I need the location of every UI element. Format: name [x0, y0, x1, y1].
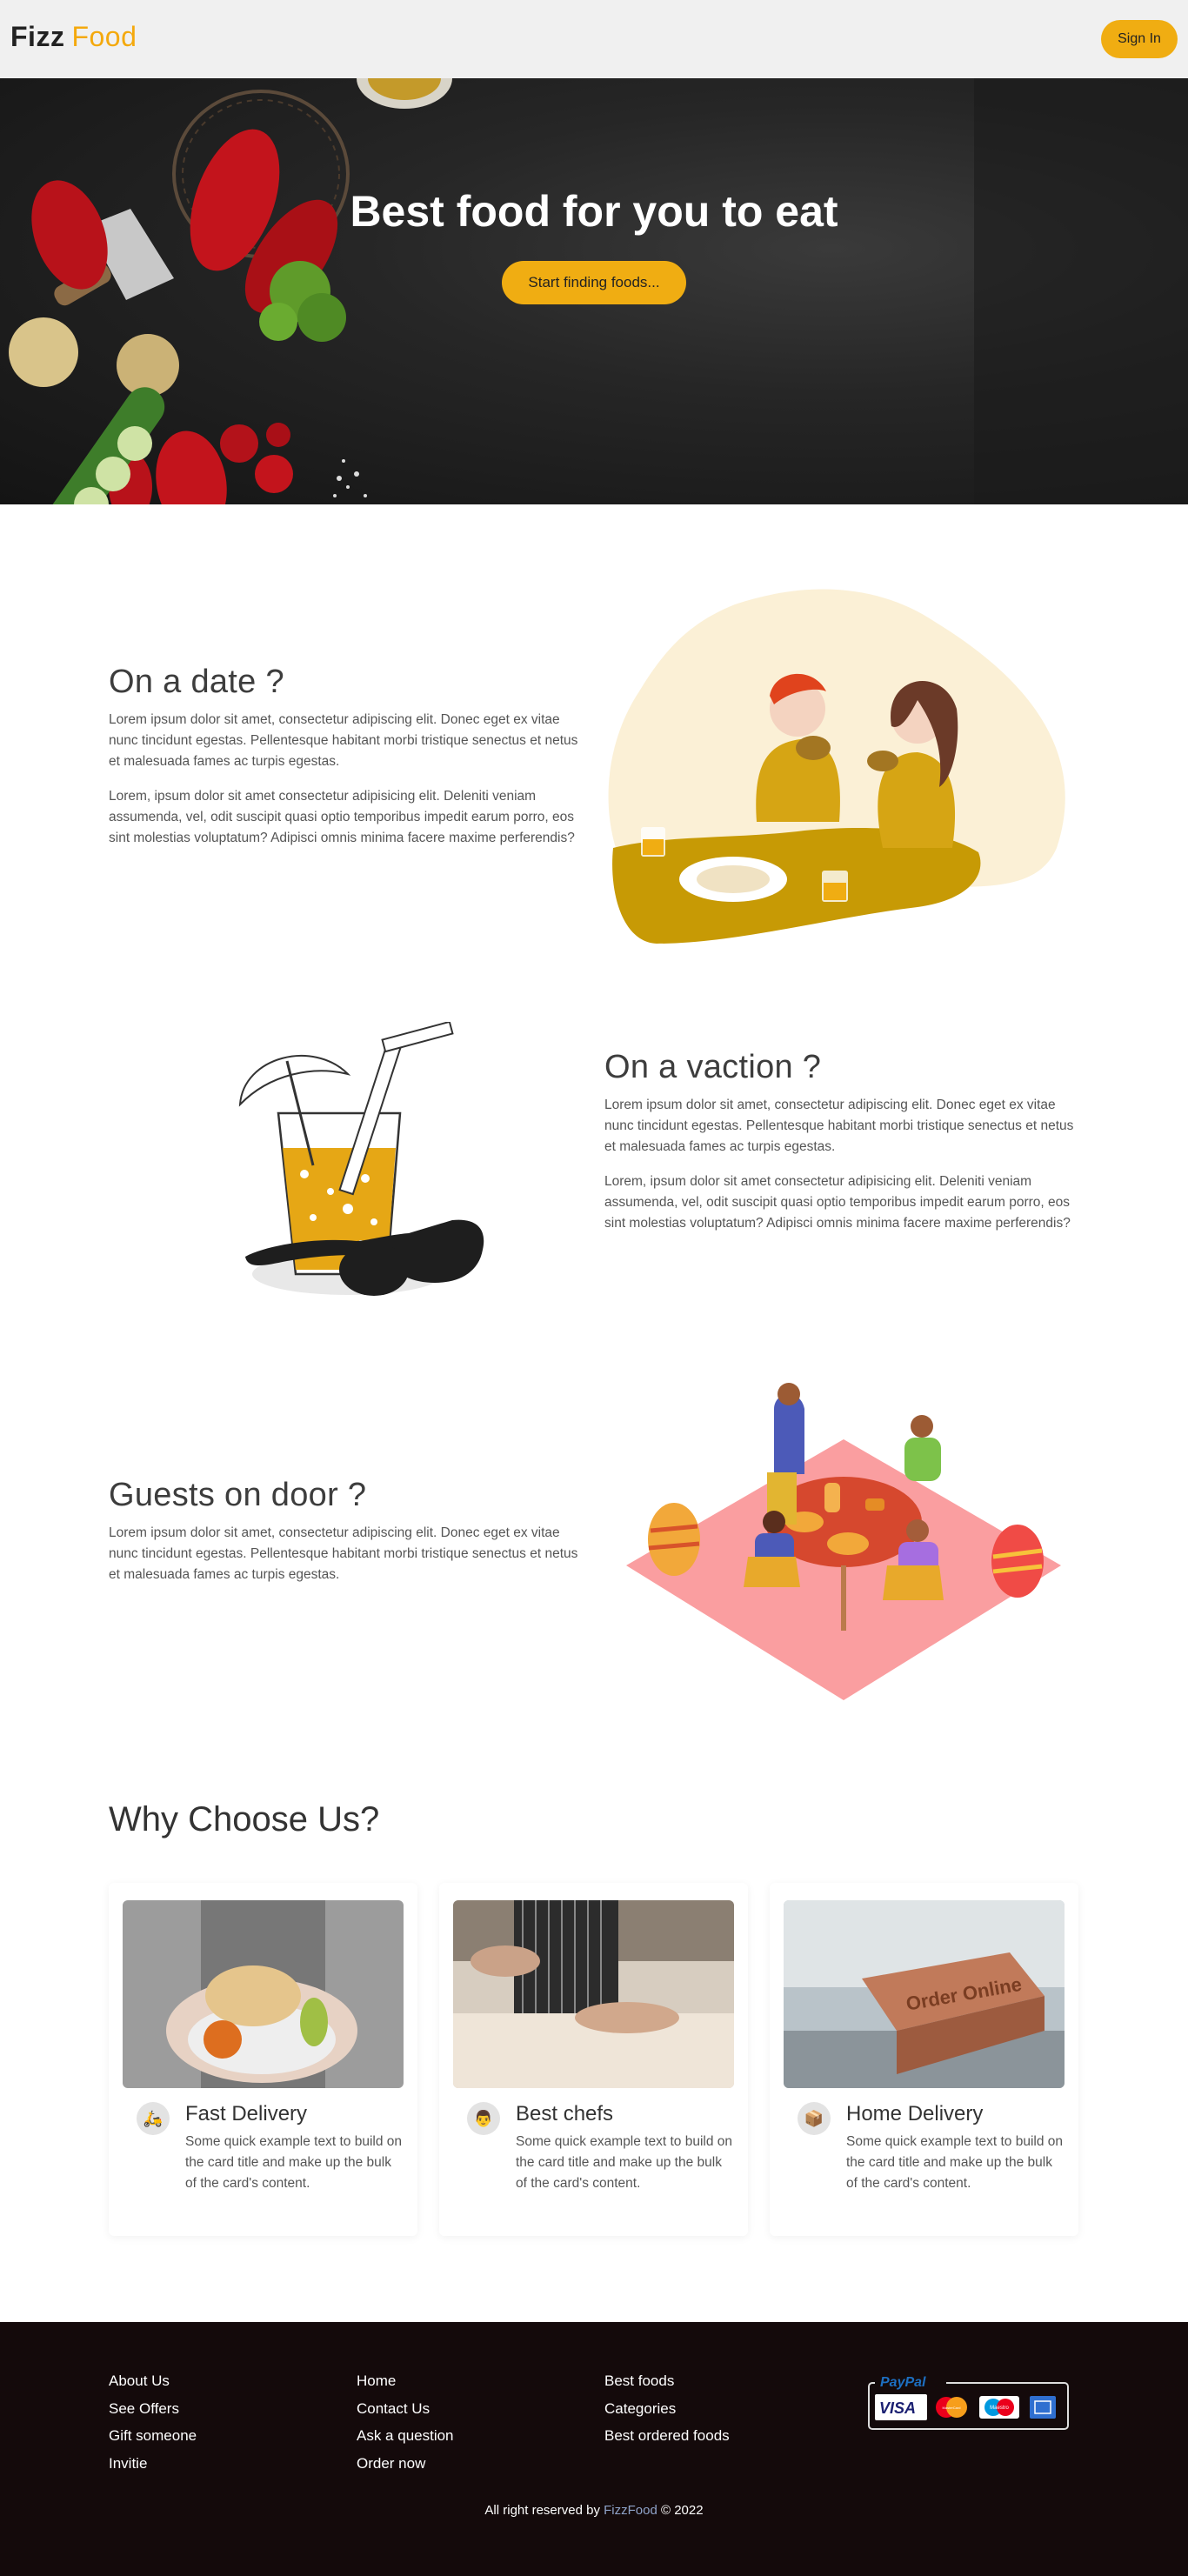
navbar: Fizz Food Sign In [0, 0, 1188, 78]
footer: About Us See Offers Gift someone Invitie… [0, 2322, 1188, 2576]
feature-paragraph: Lorem ipsum dolor sit amet, consectetur … [109, 712, 578, 769]
card-fast-delivery[interactable]: 🛵 Fast Delivery Some quick example text … [109, 1883, 417, 2236]
visa-logo-text: VISA [879, 2399, 916, 2417]
feature-title: Guests on door ? [109, 1477, 367, 1513]
footer-link-best-ordered-foods[interactable]: Best ordered foods [604, 2422, 730, 2450]
mastercard-logo-text: MasterCard [943, 2406, 961, 2410]
footer-link-gift-someone[interactable]: Gift someone [109, 2422, 197, 2450]
feature-paragraph: Lorem ipsum dolor sit amet, consectetur … [109, 1525, 578, 1582]
feature-on-a-date: On a date ? Lorem ipsum dolor sit amet, … [109, 664, 578, 863]
maestro-logo-text: Maestro [990, 2406, 1009, 2411]
footer-link-see-offers[interactable]: See Offers [109, 2395, 197, 2423]
copyright-text: All right reserved by FizzFood © 2022 [0, 2503, 1188, 2518]
feature-title: On a date ? [109, 664, 284, 700]
home-delivery-avatar: 📦 [798, 2102, 831, 2135]
footer-link-contact-us[interactable]: Contact Us [357, 2395, 454, 2423]
card-text: Some quick example text to build on the … [185, 2134, 402, 2191]
why-choose-us-title: Why Choose Us? [109, 1800, 380, 1839]
brand-name-fizz: Fizz [10, 21, 65, 52]
copyright-prefix: All right reserved by [484, 2503, 600, 2518]
footer-column-1: About Us See Offers Gift someone Invitie [109, 2367, 197, 2477]
card-title: Fast Delivery [185, 2102, 308, 2126]
footer-link-categories[interactable]: Categories [604, 2395, 730, 2423]
start-finding-foods-button[interactable]: Start finding foods... [502, 261, 686, 304]
card-text: Some quick example text to build on the … [846, 2134, 1063, 2191]
card-best-chefs[interactable]: 👨 Best chefs Some quick example text to … [439, 1883, 748, 2236]
footer-link-invite[interactable]: Invitie [109, 2450, 197, 2478]
paypal-logo-text: PayPal [880, 2375, 926, 2390]
feature-paragraph: Lorem, ipsum dolor sit amet consectetur … [109, 789, 575, 845]
feature-on-a-vacation: On a vaction ? Lorem ipsum dolor sit ame… [604, 1049, 1074, 1248]
order-online-box-photo: Order Online [784, 1900, 1065, 2088]
footer-link-home[interactable]: Home [357, 2367, 454, 2395]
guests-dinner-illustration [626, 1383, 1061, 1700]
payment-methods-badge: PayPal VISA MasterCard Maestro [868, 2371, 1069, 2430]
card-home-delivery[interactable]: Order Online 📦 Home Delivery Some quick … [770, 1883, 1078, 2236]
feature-paragraph: Lorem ipsum dolor sit amet, consectetur … [604, 1098, 1074, 1154]
feature-guests-on-door: Guests on door ? Lorem ipsum dolor sit a… [109, 1477, 578, 1599]
footer-column-3: Best foods Categories Best ordered foods [604, 2367, 730, 2450]
footer-link-ask-question[interactable]: Ask a question [357, 2422, 454, 2450]
card-title: Home Delivery [846, 2102, 984, 2126]
hero-title: Best food for you to eat [350, 187, 838, 236]
fast-delivery-avatar: 🛵 [137, 2102, 170, 2135]
footer-column-2: Home Contact Us Ask a question Order now [357, 2367, 454, 2477]
hero-banner: Best food for you to eat Start finding f… [0, 78, 1188, 504]
best-chefs-avatar: 👨 [467, 2102, 500, 2135]
brand-logo[interactable]: Fizz Food [10, 21, 137, 53]
card-text: Some quick example text to build on the … [516, 2134, 732, 2191]
feature-paragraph: Lorem, ipsum dolor sit amet consectetur … [604, 1174, 1071, 1231]
card-title: Best chefs [516, 2102, 614, 2126]
vacation-drink-illustration [238, 1022, 484, 1296]
footer-link-about-us[interactable]: About Us [109, 2367, 197, 2395]
brand-name-food: Food [71, 21, 137, 52]
chef-photo [453, 1900, 734, 2088]
footer-link-order-now[interactable]: Order now [357, 2450, 454, 2478]
burrito-photo [123, 1900, 404, 2088]
feature-title: On a vaction ? [604, 1049, 822, 1085]
copyright-brand-link[interactable]: FizzFood [604, 2503, 657, 2518]
sign-in-button[interactable]: Sign In [1101, 20, 1178, 58]
date-illustration [608, 589, 1065, 944]
copyright-year: © 2022 [661, 2503, 704, 2518]
footer-link-best-foods[interactable]: Best foods [604, 2367, 730, 2395]
